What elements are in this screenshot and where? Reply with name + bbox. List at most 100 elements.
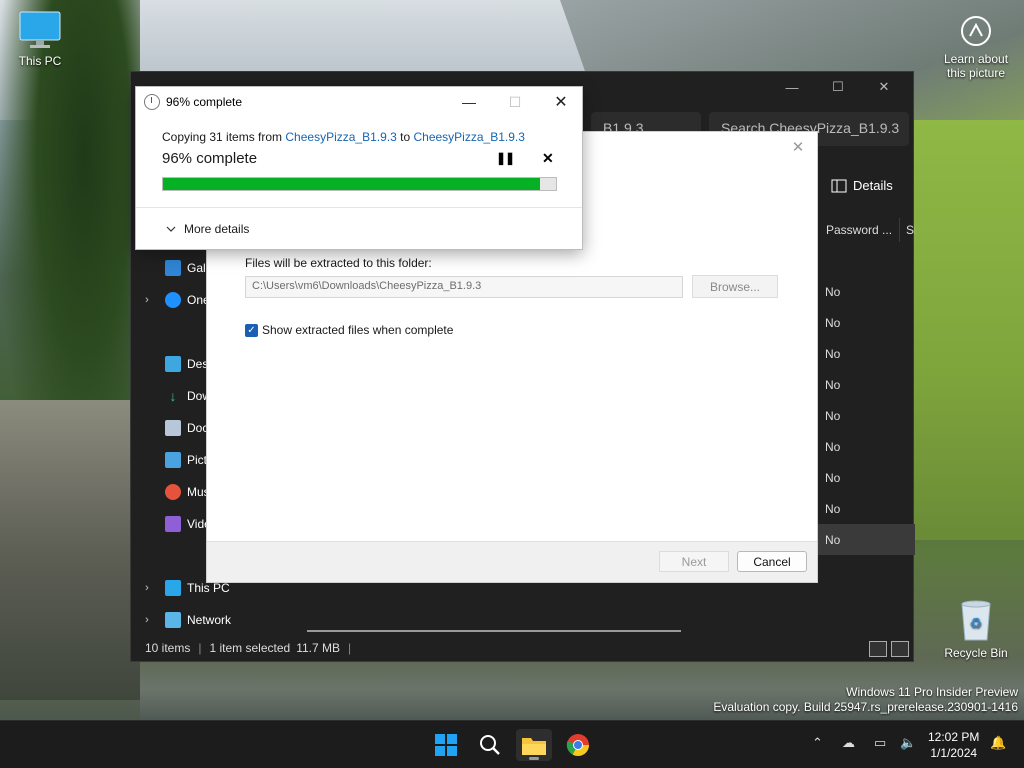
table-row[interactable]: No bbox=[817, 276, 915, 307]
nav-item-label: Network bbox=[187, 613, 232, 627]
column-header-size[interactable]: Si bbox=[899, 218, 915, 242]
table-row[interactable]: No bbox=[817, 307, 915, 338]
column-header-label: Password ... bbox=[826, 223, 893, 237]
status-separator: | bbox=[348, 641, 352, 655]
clock-icon bbox=[144, 94, 160, 110]
status-selected: 1 item selected bbox=[209, 641, 291, 655]
table-row[interactable]: No bbox=[817, 369, 915, 400]
extract-path-field[interactable]: C:\Users\vm6\Downloads\CheesyPizza_B1.9.… bbox=[245, 276, 683, 298]
copy-progress-dialog: 96% complete — ☐ ✕ Copying 31 items from… bbox=[135, 86, 583, 250]
copy-close-button[interactable]: ✕ bbox=[538, 87, 584, 117]
nav-item-network[interactable]: › Network bbox=[131, 607, 281, 633]
volume-muted-icon[interactable]: 🔈 bbox=[900, 735, 916, 751]
chrome-icon bbox=[566, 734, 589, 756]
download-arrow-icon: ↓ bbox=[169, 388, 177, 404]
checkmark-icon: ✓ bbox=[245, 323, 258, 337]
copy-maximize-button: ☐ bbox=[508, 93, 522, 110]
status-bar: 10 items | 1 item selected 11.7 MB | bbox=[131, 635, 915, 661]
notification-bell-icon[interactable]: 🔔 bbox=[990, 735, 1006, 751]
next-button[interactable]: Next bbox=[659, 551, 729, 572]
desktop-icon-this-pc[interactable]: This PC bbox=[0, 10, 80, 68]
picture-icon bbox=[165, 452, 181, 468]
browse-button[interactable]: Browse... bbox=[692, 275, 778, 298]
table-row[interactable]: No bbox=[817, 400, 915, 431]
network-icon bbox=[165, 612, 181, 628]
wizard-close-button[interactable]: ✕ bbox=[785, 136, 811, 158]
cancel-button[interactable]: Cancel bbox=[737, 551, 807, 572]
nav-item-label: Pict bbox=[187, 453, 208, 467]
status-size: 11.7 MB bbox=[296, 641, 341, 655]
monitor-icon bbox=[19, 11, 61, 48]
column-header-label: Si bbox=[906, 223, 915, 237]
start-button[interactable] bbox=[428, 729, 464, 761]
file-list: No No No No No No No No No bbox=[817, 276, 915, 555]
taskbar: ⌃ ☁ ▭ 🔈 12:02 PM 1/1/2024 🔔 bbox=[0, 720, 1024, 768]
table-row[interactable]: No bbox=[817, 493, 915, 524]
checkbox-label: Show extracted files when complete bbox=[262, 323, 454, 337]
progress-percent-text: 96% complete bbox=[162, 150, 258, 167]
nav-item-label: This PC bbox=[187, 581, 230, 595]
cancel-copy-button[interactable]: ✕ bbox=[542, 150, 554, 167]
table-row[interactable]: No bbox=[817, 338, 915, 369]
destination-folder-link[interactable]: CheesyPizza_B1.9.3 bbox=[413, 130, 524, 144]
tiles-view-button[interactable] bbox=[891, 641, 909, 657]
explorer-close-button[interactable]: ✕ bbox=[861, 72, 907, 102]
chevron-right-icon: › bbox=[145, 614, 149, 626]
copy-prefix: Copying 31 items from bbox=[162, 130, 286, 144]
desktop-icon-label: This PC bbox=[18, 54, 62, 68]
chevron-up-icon[interactable]: ⌃ bbox=[812, 735, 823, 751]
extract-folder-label: Files will be extracted to this folder: bbox=[245, 256, 432, 270]
clock-time: 12:02 PM bbox=[928, 730, 980, 744]
explorer-minimize-button[interactable]: — bbox=[769, 72, 815, 102]
cloud-offline-icon[interactable]: ☁ bbox=[842, 735, 855, 751]
search-button[interactable] bbox=[472, 729, 508, 761]
search-icon bbox=[480, 735, 500, 755]
document-icon bbox=[165, 420, 181, 436]
details-pane-icon bbox=[831, 179, 847, 192]
copy-description: Copying 31 items from CheesyPizza_B1.9.3… bbox=[162, 130, 525, 144]
copy-progress-bar bbox=[162, 177, 557, 191]
table-row[interactable]: No bbox=[817, 524, 915, 555]
details-pane-button[interactable]: Details bbox=[831, 178, 893, 193]
progress-fill bbox=[163, 178, 541, 190]
horizontal-scrollbar[interactable] bbox=[307, 630, 681, 632]
watermark-line: Evaluation copy. Build 25947.rs_prerelea… bbox=[713, 700, 1018, 714]
music-icon bbox=[165, 484, 181, 500]
details-view-button[interactable] bbox=[869, 641, 887, 657]
evaluation-watermark: Windows 11 Pro Insider Preview Evaluatio… bbox=[713, 685, 1018, 715]
clock-date: 1/1/2024 bbox=[930, 746, 978, 760]
status-separator: | bbox=[198, 641, 202, 655]
clock[interactable]: 12:02 PM 1/1/2024 bbox=[928, 729, 979, 761]
chevron-right-icon: › bbox=[145, 294, 149, 306]
folder-icon bbox=[522, 738, 546, 755]
wallpaper-tree bbox=[0, 0, 140, 520]
gallery-icon bbox=[165, 260, 181, 276]
running-indicator bbox=[529, 757, 539, 760]
taskbar-file-explorer[interactable] bbox=[516, 729, 552, 761]
windows-logo-icon bbox=[435, 734, 457, 756]
taskbar-chrome[interactable] bbox=[560, 729, 596, 761]
more-details-label: More details bbox=[184, 222, 250, 236]
more-details-toggle[interactable]: More details bbox=[166, 222, 249, 236]
source-folder-link[interactable]: CheesyPizza_B1.9.3 bbox=[285, 130, 396, 144]
svg-text:♻: ♻ bbox=[970, 616, 983, 632]
copy-minimize-button[interactable]: — bbox=[446, 87, 492, 117]
desktop-icon-learn-about-picture[interactable]: Learn about this picture bbox=[934, 14, 1018, 80]
desktop-icon-recycle-bin[interactable]: ♻ Recycle Bin bbox=[934, 598, 1018, 660]
details-label: Details bbox=[853, 178, 893, 193]
chevron-down-icon bbox=[166, 226, 176, 232]
desktop-icon-label: Learn about bbox=[943, 52, 1009, 66]
desktop-icon-label: Recycle Bin bbox=[944, 646, 1008, 660]
video-icon bbox=[165, 516, 181, 532]
copy-to-word: to bbox=[396, 130, 414, 144]
wallpaper-rocks bbox=[0, 400, 140, 700]
copy-dialog-title: 96% complete bbox=[166, 95, 243, 109]
network-status-icon[interactable]: ▭ bbox=[874, 735, 886, 751]
explorer-maximize-button[interactable]: ☐ bbox=[815, 72, 861, 102]
show-extracted-files-checkbox[interactable]: ✓ Show extracted files when complete bbox=[245, 323, 453, 337]
watermark-line: Windows 11 Pro Insider Preview bbox=[846, 685, 1018, 699]
table-row[interactable]: No bbox=[817, 431, 915, 462]
table-row[interactable]: No bbox=[817, 462, 915, 493]
pause-button[interactable]: ❚❚ bbox=[496, 151, 515, 165]
desktop-icon-label: this picture bbox=[946, 66, 1006, 80]
